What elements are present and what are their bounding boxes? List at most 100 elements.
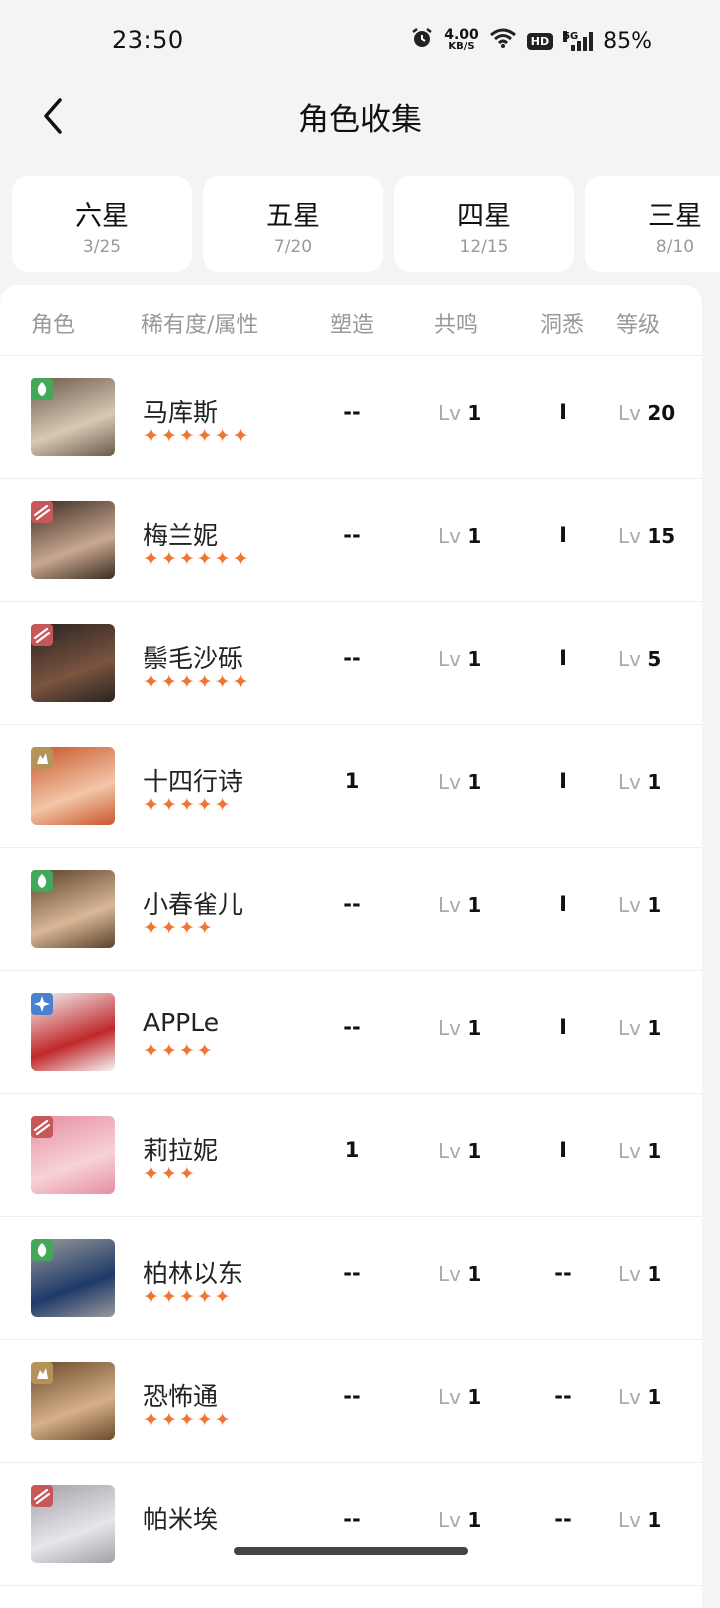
character-name: 莉拉妮	[143, 1136, 219, 1165]
character-name: APPLe	[143, 1008, 220, 1037]
resonance-value: Lv 1	[438, 1385, 482, 1409]
plant-icon	[31, 1239, 53, 1261]
home-indicator	[234, 1547, 468, 1555]
character-row[interactable]: 梅兰妮 ✦✦✦✦✦✦ -- Lv 1 I Lv 15	[0, 479, 702, 602]
insight-value: I	[559, 892, 567, 916]
resonance-value: Lv 1	[438, 1016, 482, 1040]
status-time: 23:50	[112, 26, 184, 54]
shaping-value: --	[343, 523, 361, 547]
column-rarity-attr: 稀有度/属性	[141, 313, 259, 338]
character-name: 小春雀儿	[143, 890, 244, 919]
page-title: 角色收集	[298, 102, 422, 138]
character-name: 十四行诗	[143, 767, 244, 796]
character-row[interactable]: 莉拉妮 ✦✦✦ 1 Lv 1 I Lv 1	[0, 1094, 702, 1217]
character-name: 梅兰妮	[143, 521, 219, 550]
character-list: 角色 稀有度/属性 塑造 共鸣 洞悉 等级 马库斯 ✦✦✦✦✦✦ -- Lv 1 I Lv…	[0, 285, 702, 1608]
level-value: Lv 1	[618, 1262, 662, 1286]
tab-five-star[interactable]: 五星 7/20	[203, 176, 383, 272]
insight-value: --	[554, 1507, 572, 1531]
beast-icon	[31, 501, 53, 523]
insight-value: I	[559, 1015, 567, 1039]
mineral-icon	[31, 1362, 53, 1384]
plant-icon	[31, 870, 53, 892]
tab-six-star[interactable]: 六星 3/25	[12, 176, 192, 272]
rarity-stars: ✦✦✦✦	[143, 917, 215, 939]
battery-level: 85%	[603, 28, 652, 54]
shaping-value: --	[343, 1261, 361, 1285]
character-row[interactable]: 帕米埃 -- Lv 1 -- Lv 1	[0, 1463, 702, 1586]
insight-value: I	[559, 646, 567, 670]
shaping-value: 1	[344, 769, 360, 793]
rarity-stars: ✦✦✦✦	[143, 1040, 215, 1062]
rarity-stars: ✦✦✦✦✦✦	[143, 671, 251, 693]
shaping-value: --	[343, 1507, 361, 1531]
resonance-value: Lv 1	[438, 401, 482, 425]
level-value: Lv 1	[618, 1016, 662, 1040]
resonance-value: Lv 1	[438, 524, 482, 548]
shaping-value: 1	[344, 1138, 360, 1162]
character-row[interactable]: 十四行诗 ✦✦✦✦✦ 1 Lv 1 I Lv 1	[0, 725, 702, 848]
character-row[interactable]: APPLe ✦✦✦✦ -- Lv 1 I Lv 1	[0, 971, 702, 1094]
list-header: 角色 稀有度/属性 塑造 共鸣 洞悉 等级	[0, 285, 702, 356]
hd-badge: HD	[526, 32, 554, 50]
insight-value: I	[559, 769, 567, 793]
column-character: 角色	[31, 313, 76, 338]
resonance-value: Lv 1	[438, 647, 482, 671]
tab-three-star[interactable]: 三星 8/10	[585, 176, 720, 272]
resonance-value: Lv 1	[438, 770, 482, 794]
character-row[interactable]: 鬃毛沙砾 ✦✦✦✦✦✦ -- Lv 1 I Lv 5	[0, 602, 702, 725]
insight-value: I	[559, 400, 567, 424]
character-name: 帕米埃	[143, 1505, 219, 1534]
beast-icon	[31, 624, 53, 646]
insight-value: --	[554, 1384, 572, 1408]
column-shaping: 塑造	[330, 313, 375, 338]
mineral-icon	[31, 747, 53, 769]
rarity-tabs: 六星 3/25 五星 7/20 四星 12/15 三星 8/10	[12, 176, 720, 276]
character-row[interactable]: 马库斯 ✦✦✦✦✦✦ -- Lv 1 I Lv 20	[0, 356, 702, 479]
character-row[interactable]: 小春雀儿 ✦✦✦✦ -- Lv 1 I Lv 1	[0, 848, 702, 971]
beast-icon	[31, 1116, 53, 1138]
resonance-value: Lv 1	[438, 1262, 482, 1286]
rarity-stars: ✦✦✦✦✦	[143, 794, 233, 816]
level-value: Lv 1	[618, 1385, 662, 1409]
rarity-stars: ✦✦✦✦✦	[143, 1286, 233, 1308]
column-insight: 洞悉	[540, 313, 585, 338]
wifi-icon	[489, 27, 517, 55]
resonance-value: Lv 1	[438, 893, 482, 917]
star-icon	[31, 993, 53, 1015]
signal-icon: 5G	[563, 31, 594, 51]
character-row[interactable]: 柏林以东 ✦✦✦✦✦ -- Lv 1 -- Lv 1	[0, 1217, 702, 1340]
nav-bar: 角色收集	[0, 80, 720, 150]
level-value: Lv 20	[618, 401, 676, 425]
column-resonance: 共鸣	[434, 313, 479, 338]
level-value: Lv 1	[618, 893, 662, 917]
level-value: Lv 1	[618, 770, 662, 794]
character-name: 恐怖通	[143, 1382, 219, 1411]
shaping-value: --	[343, 892, 361, 916]
beast-icon	[31, 1485, 53, 1507]
shaping-value: --	[343, 646, 361, 670]
level-value: Lv 15	[618, 524, 676, 548]
shaping-value: --	[343, 1384, 361, 1408]
status-icons: 4.00 KB/S HD 5G 85%	[410, 26, 652, 56]
column-level: 等级	[616, 313, 661, 338]
insight-value: I	[559, 1138, 567, 1162]
rarity-stars: ✦✦✦	[143, 1163, 197, 1185]
level-value: Lv 1	[618, 1508, 662, 1532]
level-value: Lv 1	[618, 1139, 662, 1163]
status-bar: 23:50 4.00 KB/S HD 5G 85%	[0, 0, 720, 80]
rarity-stars: ✦✦✦✦✦✦	[143, 548, 251, 570]
character-row[interactable]: 恐怖通 ✦✦✦✦✦ -- Lv 1 -- Lv 1	[0, 1340, 702, 1463]
rarity-stars: ✦✦✦✦✦	[143, 1409, 233, 1431]
resonance-value: Lv 1	[438, 1508, 482, 1532]
insight-value: I	[559, 523, 567, 547]
character-name: 鬃毛沙砾	[143, 644, 244, 673]
shaping-value: --	[343, 400, 361, 424]
rarity-stars: ✦✦✦✦✦✦	[143, 425, 251, 447]
insight-value: --	[554, 1261, 572, 1285]
tab-four-star[interactable]: 四星 12/15	[394, 176, 574, 272]
plant-icon	[31, 378, 53, 400]
resonance-value: Lv 1	[438, 1139, 482, 1163]
character-name: 马库斯	[143, 398, 219, 427]
level-value: Lv 5	[618, 647, 662, 671]
